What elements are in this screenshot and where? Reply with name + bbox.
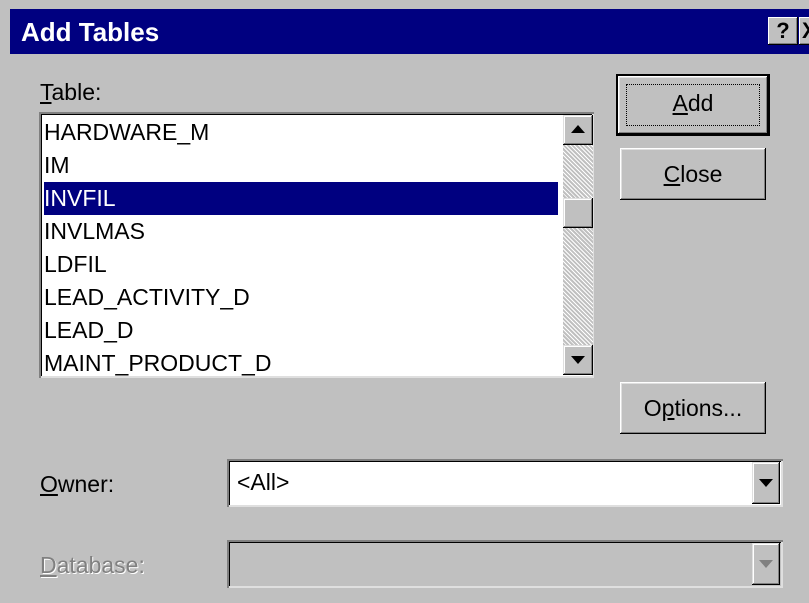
table-label-accel: T <box>40 79 52 105</box>
chevron-down-icon <box>759 479 773 487</box>
scroll-down-button[interactable] <box>563 345 593 375</box>
list-item[interactable]: HARDWARE_M <box>44 116 558 149</box>
close-window-button[interactable]: X <box>799 17 809 45</box>
list-scrollbar[interactable] <box>563 115 593 375</box>
owner-label: Owner: <box>40 470 114 498</box>
owner-select-value: <All> <box>237 469 290 495</box>
database-label-accel: D <box>40 552 57 578</box>
list-item[interactable]: LEAD_D <box>44 314 558 347</box>
table-listbox[interactable]: HARDWARE_M IM INVFIL INVLMAS LDFIL LEAD_… <box>39 112 594 378</box>
title-bar[interactable]: Add Tables ? X <box>10 9 809 54</box>
list-item[interactable]: IM <box>44 149 558 182</box>
scroll-thumb[interactable] <box>563 198 593 228</box>
window-title: Add Tables <box>21 17 160 47</box>
help-button[interactable]: ? <box>768 17 798 45</box>
database-label: Database: <box>40 551 145 579</box>
list-item[interactable]: LDFIL <box>44 248 558 281</box>
list-item-selected[interactable]: INVFIL <box>44 182 558 215</box>
options-button[interactable]: Options... <box>620 382 766 434</box>
database-label-rest: atabase: <box>56 552 145 578</box>
owner-select[interactable]: <All> <box>227 459 783 507</box>
list-item[interactable]: LEAD_ACTIVITY_D <box>44 281 558 314</box>
arrow-down-icon <box>571 356 585 364</box>
list-item[interactable]: MAINT_PRODUCT_D <box>44 347 558 380</box>
owner-label-accel: O <box>40 471 58 497</box>
help-icon: ? <box>776 18 790 43</box>
table-label: Table: <box>40 78 101 106</box>
options-button-accel: p <box>661 395 675 421</box>
owner-dropdown-button[interactable] <box>752 462 780 504</box>
focus-rectangle <box>626 84 760 126</box>
database-select <box>227 540 783 588</box>
owner-label-rest: wner: <box>57 471 115 497</box>
table-list: HARDWARE_M IM INVFIL INVLMAS LDFIL LEAD_… <box>44 116 558 380</box>
options-button-rest: tions... <box>674 395 743 421</box>
arrow-up-icon <box>571 125 585 133</box>
scroll-up-button[interactable] <box>563 115 593 145</box>
database-dropdown-button <box>752 543 780 585</box>
chevron-down-icon <box>759 560 773 568</box>
close-button-accel: C <box>663 161 681 187</box>
close-button[interactable]: Close <box>620 148 766 200</box>
add-tables-dialog: Add Tables ? X Table: HARDWARE_M IM INVF… <box>0 0 809 603</box>
options-button-pre: O <box>643 395 662 421</box>
table-label-rest: able: <box>51 79 102 105</box>
close-icon: X <box>802 18 809 43</box>
add-button[interactable]: Add <box>618 76 768 134</box>
close-button-rest: lose <box>680 161 723 187</box>
list-item[interactable]: INVLMAS <box>44 215 558 248</box>
